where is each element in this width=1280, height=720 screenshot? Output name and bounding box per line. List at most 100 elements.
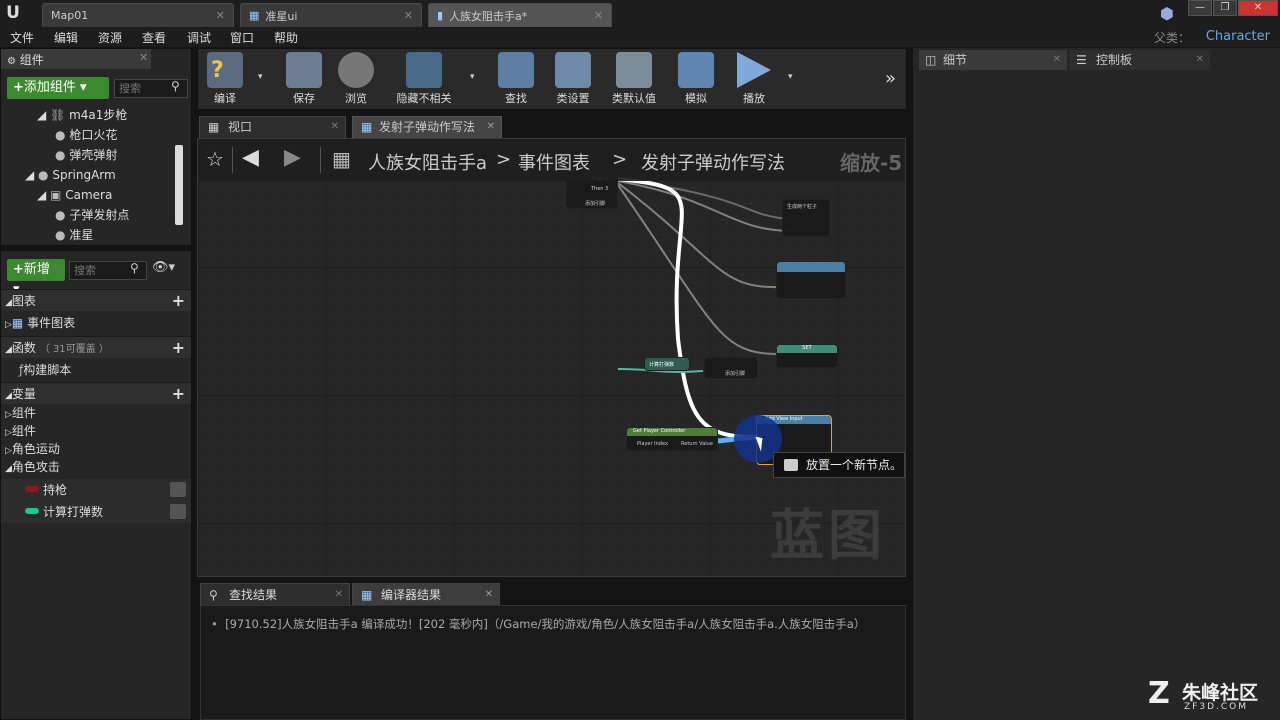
browse-button[interactable]: 浏览 — [334, 50, 378, 108]
tab-find-results[interactable]: ⚲ 查找结果 ✕ — [200, 583, 350, 605]
tree-item-springarm[interactable]: ◢ ● SpringArm — [7, 165, 175, 185]
log-text: [9710.52]人族女阻击手a 编译成功！[202 毫秒内]（/Game/我的… — [225, 617, 866, 631]
breadcrumb-item-event-graph[interactable]: 事件图表 — [518, 149, 590, 175]
tree-item-camera[interactable]: ◢ ▣ Camera — [7, 185, 175, 205]
compile-button[interactable]: ? 编译 — [200, 50, 250, 108]
tab-graph[interactable]: ▦ 发射子弹动作写法 ✕ — [352, 116, 502, 138]
compile-dropdown-icon[interactable]: ▾ — [258, 72, 263, 82]
tree-item-m4a1[interactable]: ◢ ⛓ m4a1步枪 — [7, 105, 175, 125]
menu-view[interactable]: 查看 — [142, 29, 166, 46]
functions-section-header[interactable]: ◢函数 （ 31可覆盖 ） + — [1, 336, 191, 358]
parent-class-link[interactable]: Character — [1206, 29, 1270, 44]
spawn-particles-node[interactable]: 生成两个粒子 — [782, 199, 830, 237]
hide-unrelated-button[interactable]: 隐藏不相关 — [388, 50, 460, 108]
category-label: 组件 — [11, 406, 36, 420]
compiler-icon: ▦ — [361, 588, 373, 602]
close-icon[interactable]: ✕ — [139, 51, 148, 64]
eye-icon[interactable]: 👁▾ — [152, 260, 175, 275]
back-arrow-icon[interactable]: ◀ — [242, 145, 259, 170]
close-icon[interactable]: ✕ — [331, 117, 339, 137]
tree-item-crosshair[interactable]: ● 准星 — [7, 225, 175, 245]
tree-item-bullet-spawn[interactable]: ● 子弹发射点 — [7, 205, 175, 225]
var-category-components-2[interactable]: ▷组件 — [5, 422, 36, 440]
save-button[interactable]: 保存 — [282, 50, 326, 108]
restore-button[interactable]: ❐ — [1213, 0, 1237, 16]
close-window-button[interactable]: ✕ — [1238, 0, 1278, 16]
graph-breadcrumb-bar: ☆ ◀ ▶ ▦ 人族女阻击手a > 事件图表 > 发射子弹动作写法 缩放-5 — [198, 139, 905, 181]
widget-icon: ▦ — [249, 9, 260, 22]
ammo-variable-node[interactable]: 计算打弹数 — [644, 357, 690, 371]
tab-details[interactable]: ◫ 细节 ✕ — [919, 50, 1067, 70]
close-icon[interactable]: ✕ — [216, 9, 225, 22]
return-value-pin: Return Value — [681, 441, 713, 447]
unreal-logo-icon[interactable]: U — [2, 1, 24, 25]
graphs-section-header[interactable]: ◢图表 + — [1, 289, 191, 311]
menu-asset[interactable]: 资源 — [98, 29, 122, 46]
close-icon[interactable]: ✕ — [335, 584, 343, 606]
add-graph-plus-icon[interactable]: + — [172, 290, 185, 312]
tab-sniper-blueprint[interactable]: ▮ 人族女阻击手a* ✕ — [428, 3, 612, 27]
tab-palette[interactable]: ☰ 控制板 ✕ — [1070, 50, 1210, 70]
scrollbar[interactable] — [175, 145, 183, 225]
source-control-icon[interactable]: ⬢ — [1160, 4, 1176, 23]
star-icon[interactable]: ☆ — [206, 147, 224, 171]
components-tab[interactable]: ⚙ 组件 — [1, 49, 151, 69]
components-panel: ⚙ 组件 ✕ +添加组件 ▾ ⚲ ◢ ⛓ m4a1步枪 ● 枪口火花 ● 弹壳弹… — [0, 48, 192, 246]
play-button[interactable]: 播放 — [730, 50, 778, 108]
set-node[interactable]: SET — [776, 344, 838, 368]
class-settings-button[interactable]: 类设置 — [548, 50, 598, 108]
tree-label: Camera — [65, 188, 113, 202]
close-icon[interactable]: ✕ — [487, 117, 495, 137]
play-dropdown-icon[interactable]: ▾ — [788, 72, 793, 82]
close-icon[interactable]: ✕ — [485, 584, 493, 606]
gear-icon — [555, 52, 591, 88]
var-category-components[interactable]: ▷组件 — [5, 404, 36, 422]
close-icon[interactable]: ✕ — [594, 9, 603, 22]
close-icon[interactable]: ✕ — [1196, 50, 1204, 70]
add-function-plus-icon[interactable]: + — [172, 337, 185, 359]
log-entry[interactable]: • [9710.52]人族女阻击手a 编译成功！[202 毫秒内]（/Game/… — [211, 616, 865, 632]
add-variable-plus-icon[interactable]: + — [172, 383, 185, 405]
event-graph-item[interactable]: ▷▦ 事件图表 — [5, 313, 75, 333]
menu-debug[interactable]: 调试 — [187, 29, 211, 46]
variables-section-header[interactable]: ◢变量 + — [1, 382, 191, 404]
tree-item-shell-eject[interactable]: ● 弹壳弹射 — [7, 145, 175, 165]
breadcrumb-item-collapsed-graph[interactable]: 发射子弹动作写法 — [641, 149, 785, 175]
tab-compiler-results[interactable]: ▦ 编译器结果 ✕ — [352, 583, 500, 605]
breadcrumb-item-blueprint[interactable]: 人族女阻击手a — [368, 149, 487, 175]
variable-row-holding-gun[interactable]: 持枪 — [1, 479, 191, 501]
find-button[interactable]: 查找 — [494, 50, 538, 108]
class-defaults-button[interactable]: 类默认值 — [606, 50, 662, 108]
blueprint-graph[interactable]: Then 2 Then 3 添加引脚 生成两个粒子 SET 计算打弹数 添加引脚… — [197, 138, 906, 577]
toolbar-overflow-icon[interactable]: » — [885, 68, 896, 89]
close-icon[interactable]: ✕ — [1053, 50, 1061, 70]
forward-arrow-icon[interactable]: ▶ — [284, 145, 301, 170]
var-category-attack[interactable]: ◢角色攻击 — [5, 458, 60, 476]
tab-crosshair-ui[interactable]: ▦ 准星ui ✕ — [240, 3, 422, 27]
component-tree: ◢ ⛓ m4a1步枪 ● 枪口火花 ● 弹壳弹射 ◢ ● SpringArm ◢… — [7, 105, 175, 245]
construction-script-item[interactable]: ƒ构建脚本 — [19, 360, 71, 380]
close-icon[interactable]: ✕ — [404, 9, 413, 22]
new-label: 新增 — [23, 262, 50, 277]
minimize-button[interactable]: — — [1188, 0, 1212, 16]
eye-toggle-icon[interactable] — [170, 504, 186, 519]
new-button[interactable]: +新增 ▾ — [7, 259, 65, 297]
menu-file[interactable]: 文件 — [10, 29, 34, 46]
menu-edit[interactable]: 编辑 — [54, 29, 78, 46]
variable-row-ammo-count[interactable]: 计算打弹数 — [1, 501, 191, 523]
add-component-button[interactable]: +添加组件 ▾ — [7, 77, 109, 99]
get-player-controller-node[interactable]: Get Player Controller Player Index Retur… — [626, 427, 718, 451]
var-category-movement[interactable]: ▷角色运动 — [5, 440, 60, 458]
tree-label: SpringArm — [52, 168, 116, 182]
tab-viewport[interactable]: ▦ 视口 ✕ — [199, 116, 346, 138]
function-call-node[interactable] — [776, 261, 846, 299]
tab-map01[interactable]: Map01 ✕ — [42, 3, 234, 27]
tree-item-muzzle-flash[interactable]: ● 枪口火花 — [7, 125, 175, 145]
components-icon: ⚙ — [7, 56, 16, 67]
eye-toggle-icon[interactable] — [170, 482, 186, 497]
menu-window[interactable]: 窗口 — [230, 29, 254, 46]
array-node[interactable]: 添加引脚 — [704, 357, 758, 379]
hide-unrelated-dropdown-icon[interactable]: ▾ — [470, 72, 475, 82]
simulate-button[interactable]: 模拟 — [674, 50, 718, 108]
menu-help[interactable]: 帮助 — [274, 29, 298, 46]
